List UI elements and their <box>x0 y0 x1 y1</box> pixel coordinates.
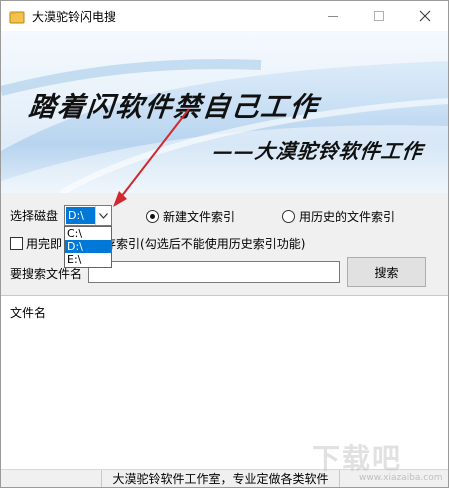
disk-label: 选择磁盘 <box>10 209 59 223</box>
radio-new-index-dot[interactable] <box>146 210 159 223</box>
banner-signature: ——大漠驼铃软件工作 <box>211 139 425 163</box>
window-title: 大漠驼铃闪电搜 <box>32 10 117 24</box>
checkbox-label-suffix: 存索引(勾选后不能使用历史索引功能) <box>104 237 306 251</box>
app-window: 大漠驼铃闪电搜 踏着闪软件禁自己工作 ——大漠驼铃软件工作 选择磁盘 D:\ 新… <box>0 0 449 488</box>
radio-history-index-dot[interactable] <box>282 210 295 223</box>
banner-slogan: 踏着闪软件禁自己工作 <box>27 92 321 123</box>
disk-combobox[interactable]: D:\ <box>64 205 112 226</box>
close-icon <box>419 10 431 22</box>
maximize-icon <box>374 11 384 21</box>
disk-selected-value: D:\ <box>66 207 95 224</box>
app-icon <box>9 11 25 24</box>
radio-new-index-label: 新建文件索引 <box>163 210 236 224</box>
search-button[interactable]: 搜索 <box>347 257 426 287</box>
radio-new-index[interactable]: 新建文件索引 <box>146 208 235 225</box>
disk-option-e[interactable]: E:\ <box>65 253 111 266</box>
status-text: 大漠驼铃软件工作室，专业定做各类软件 <box>101 470 340 487</box>
checkbox-label-prefix: 用完即 <box>26 237 63 251</box>
disk-dropdown-button[interactable] <box>95 206 111 225</box>
close-button[interactable] <box>402 1 448 31</box>
watermark-logo: 下载吧 <box>312 442 403 475</box>
disk-option-c[interactable]: C:\ <box>65 227 111 240</box>
banner-image: 踏着闪软件禁自己工作 ——大漠驼铃软件工作 <box>1 31 448 193</box>
minimize-icon <box>328 15 338 17</box>
disk-option-d[interactable]: D:\ <box>65 240 111 253</box>
column-header-filename[interactable]: 文件名 <box>10 304 46 321</box>
watermark-url: www.xiazaiba.com <box>359 473 443 483</box>
search-input[interactable] <box>88 261 340 283</box>
title-bar[interactable]: 大漠驼铃闪电搜 <box>1 1 448 31</box>
disk-dropdown-list[interactable]: C:\ D:\ E:\ <box>64 226 112 268</box>
chevron-down-icon <box>99 212 108 219</box>
no-save-index-checkbox[interactable]: 用完即 存索引(勾选后不能使用历史索引功能) <box>10 235 305 252</box>
maximize-button[interactable] <box>356 1 402 31</box>
minimize-button[interactable] <box>310 1 356 31</box>
radio-history-index-label: 用历史的文件索引 <box>299 210 396 224</box>
radio-history-index[interactable]: 用历史的文件索引 <box>282 208 395 225</box>
checkbox-box[interactable] <box>10 237 23 250</box>
